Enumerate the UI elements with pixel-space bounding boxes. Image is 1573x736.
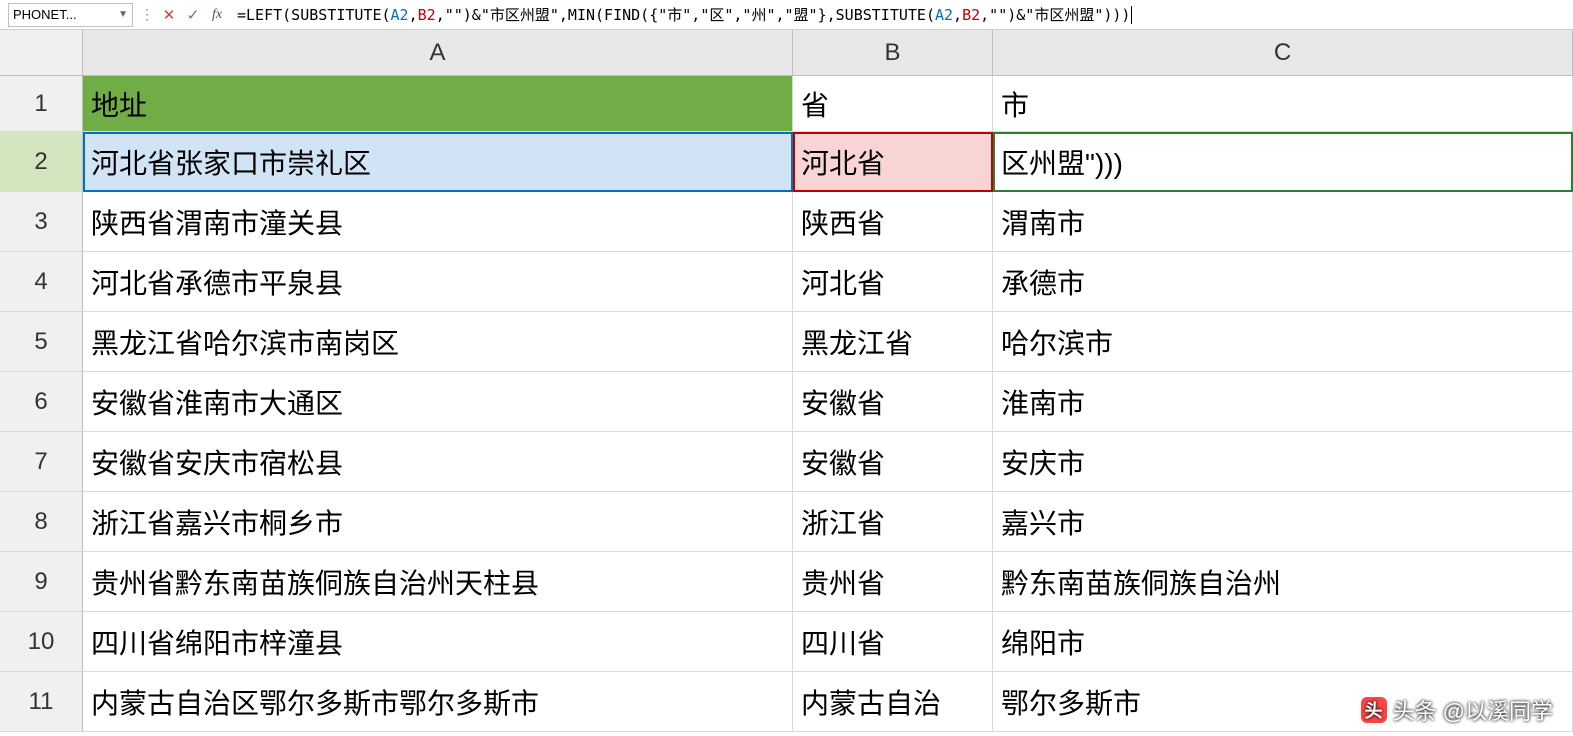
cell-A7[interactable]: 安徽省安庆市宿松县 bbox=[83, 432, 793, 492]
chevron-down-icon[interactable]: ▼ bbox=[118, 9, 128, 20]
row-header-10[interactable]: 10 bbox=[0, 612, 83, 672]
row-header-11[interactable]: 11 bbox=[0, 672, 83, 732]
cell-A11[interactable]: 内蒙古自治区鄂尔多斯市鄂尔多斯市 bbox=[83, 672, 793, 732]
cell-C7[interactable]: 安庆市 bbox=[993, 432, 1573, 492]
cell-C2[interactable]: 区州盟"))) bbox=[993, 132, 1573, 192]
column-header-B[interactable]: B bbox=[793, 30, 993, 76]
cells-area: 地址省市河北省张家口市崇礼区河北省区州盟")))陕西省渭南市潼关县陕西省渭南市河… bbox=[83, 76, 1573, 732]
cell-C8[interactable]: 嘉兴市 bbox=[993, 492, 1573, 552]
cell-A5[interactable]: 黑龙江省哈尔滨市南岗区 bbox=[83, 312, 793, 372]
cell-B8[interactable]: 浙江省 bbox=[793, 492, 993, 552]
cell-B10[interactable]: 四川省 bbox=[793, 612, 993, 672]
row-header-1[interactable]: 1 bbox=[0, 76, 83, 132]
cell-C10[interactable]: 绵阳市 bbox=[993, 612, 1573, 672]
name-box[interactable]: PHONET... ▼ bbox=[8, 3, 133, 27]
cell-B4[interactable]: 河北省 bbox=[793, 252, 993, 312]
cell-A2[interactable]: 河北省张家口市崇礼区 bbox=[83, 132, 793, 192]
row-header-5[interactable]: 5 bbox=[0, 312, 83, 372]
cell-C4[interactable]: 承德市 bbox=[993, 252, 1573, 312]
column-headers: ABC bbox=[83, 30, 1573, 76]
row-header-8[interactable]: 8 bbox=[0, 492, 83, 552]
row-header-6[interactable]: 6 bbox=[0, 372, 83, 432]
cell-C11[interactable]: 鄂尔多斯市 bbox=[993, 672, 1573, 732]
row-header-4[interactable]: 4 bbox=[0, 252, 83, 312]
row-header-9[interactable]: 9 bbox=[0, 552, 83, 612]
cell-A9[interactable]: 贵州省黔东南苗族侗族自治州天柱县 bbox=[83, 552, 793, 612]
column-header-C[interactable]: C bbox=[993, 30, 1573, 76]
cell-B9[interactable]: 贵州省 bbox=[793, 552, 993, 612]
cell-B5[interactable]: 黑龙江省 bbox=[793, 312, 993, 372]
row-header-3[interactable]: 3 bbox=[0, 192, 83, 252]
fx-icon[interactable]: fx bbox=[205, 3, 229, 27]
formula-bar: PHONET... ▼ ⋮ ✕ ✓ fx =LEFT(SUBSTITUTE(A2… bbox=[0, 0, 1573, 30]
select-all-corner[interactable] bbox=[0, 30, 83, 76]
row-header-2[interactable]: 2 bbox=[0, 132, 83, 192]
cell-B7[interactable]: 安徽省 bbox=[793, 432, 993, 492]
cell-C3[interactable]: 渭南市 bbox=[993, 192, 1573, 252]
separator: ⋮ bbox=[137, 6, 157, 23]
name-box-text: PHONET... bbox=[13, 7, 77, 22]
formula-input[interactable]: =LEFT(SUBSTITUTE(A2,B2,"")&"市区州盟",MIN(FI… bbox=[229, 3, 1573, 27]
confirm-icon[interactable]: ✓ bbox=[181, 3, 205, 27]
column-header-A[interactable]: A bbox=[83, 30, 793, 76]
cell-A10[interactable]: 四川省绵阳市梓潼县 bbox=[83, 612, 793, 672]
cell-A4[interactable]: 河北省承德市平泉县 bbox=[83, 252, 793, 312]
cell-A1[interactable]: 地址 bbox=[83, 76, 793, 132]
cell-A8[interactable]: 浙江省嘉兴市桐乡市 bbox=[83, 492, 793, 552]
cell-A6[interactable]: 安徽省淮南市大通区 bbox=[83, 372, 793, 432]
row-headers: 1234567891011 bbox=[0, 76, 83, 732]
cell-C1[interactable]: 市 bbox=[993, 76, 1573, 132]
cell-C5[interactable]: 哈尔滨市 bbox=[993, 312, 1573, 372]
cell-B11[interactable]: 内蒙古自治 bbox=[793, 672, 993, 732]
cell-C9[interactable]: 黔东南苗族侗族自治州 bbox=[993, 552, 1573, 612]
cell-B3[interactable]: 陕西省 bbox=[793, 192, 993, 252]
cancel-icon[interactable]: ✕ bbox=[157, 3, 181, 27]
cell-B2[interactable]: 河北省 bbox=[793, 132, 993, 192]
row-header-7[interactable]: 7 bbox=[0, 432, 83, 492]
cell-B1[interactable]: 省 bbox=[793, 76, 993, 132]
cell-A3[interactable]: 陕西省渭南市潼关县 bbox=[83, 192, 793, 252]
cell-C6[interactable]: 淮南市 bbox=[993, 372, 1573, 432]
cell-B6[interactable]: 安徽省 bbox=[793, 372, 993, 432]
